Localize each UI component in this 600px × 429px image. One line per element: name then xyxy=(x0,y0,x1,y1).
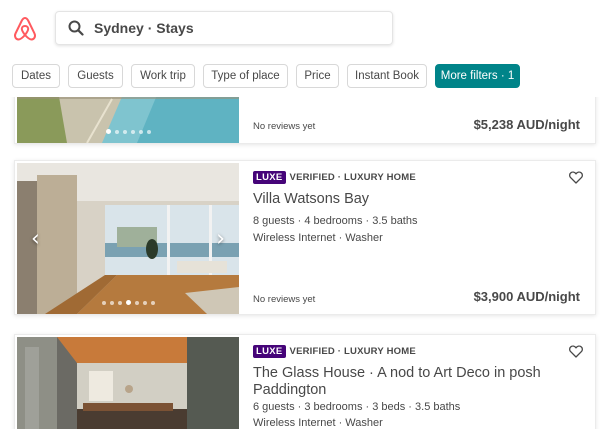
listing-card[interactable]: LUXE VERIFIED · LUXURY HOME The Glass Ho… xyxy=(14,334,596,429)
listing-title[interactable]: The Glass House · A nod to Art Deco in p… xyxy=(253,365,559,399)
filter-type-of-place-button[interactable]: Type of place xyxy=(203,64,288,88)
listing-price: $3,900 AUD/night xyxy=(473,289,580,304)
chevron-right-icon[interactable]: › xyxy=(216,226,225,251)
airbnb-logo-icon[interactable] xyxy=(12,15,38,43)
listing-details: 8 guests · 4 bedrooms · 3.5 baths xyxy=(253,215,418,227)
top-bar: Sydney · Stays xyxy=(0,0,600,57)
search-icon xyxy=(68,20,84,36)
listing-amenities: Wireless Internet · Washer xyxy=(253,232,383,244)
chevron-left-icon[interactable]: ‹ xyxy=(31,226,40,251)
listing-info: LUXE VERIFIED · LUXURY HOME Villa Watson… xyxy=(253,161,583,314)
filter-dates-button[interactable]: Dates xyxy=(12,64,60,88)
filter-bar-overlay: Dates Guests Work trip Type of place Pri… xyxy=(0,57,600,97)
photo-pagination[interactable] xyxy=(17,129,239,134)
photo-pagination[interactable] xyxy=(17,300,239,305)
filter-price-button[interactable]: Price xyxy=(296,64,339,88)
search-bar[interactable]: Sydney · Stays xyxy=(55,11,393,45)
review-status: No reviews yet xyxy=(253,121,316,132)
listing-details: 6 guests · 3 bedrooms · 3 beds · 3.5 bat… xyxy=(253,401,461,413)
filter-work-trip-button[interactable]: Work trip xyxy=(131,64,195,88)
listing-info: LUXE VERIFIED · LUXURY HOME The Glass Ho… xyxy=(253,335,583,429)
listing-tag-row: LUXE VERIFIED · LUXURY HOME xyxy=(253,171,416,184)
listing-amenities: Wireless Internet · Washer xyxy=(253,417,383,429)
luxe-badge: LUXE xyxy=(253,171,286,184)
listing-price: $5,238 AUD/night xyxy=(473,117,580,132)
listing-photo[interactable] xyxy=(17,337,239,429)
review-status: No reviews yet xyxy=(253,294,316,305)
search-query: Sydney · Stays xyxy=(94,20,194,36)
listing-tag-row: LUXE VERIFIED · LUXURY HOME xyxy=(253,345,416,358)
listing-tag: VERIFIED · LUXURY HOME xyxy=(289,172,416,183)
filter-guests-button[interactable]: Guests xyxy=(68,64,123,88)
listing-tag: VERIFIED · LUXURY HOME xyxy=(289,346,416,357)
listing-card[interactable]: ‹ › LUXE VERIFIED · LUXURY HOME Villa Wa… xyxy=(14,160,596,315)
listing-photo[interactable]: ‹ › xyxy=(17,163,239,314)
heart-icon[interactable] xyxy=(569,171,583,184)
listing-title[interactable]: Villa Watsons Bay xyxy=(253,191,559,208)
more-filters-button[interactable]: More filters · 1 xyxy=(435,64,520,88)
heart-icon[interactable] xyxy=(569,345,583,358)
luxe-badge: LUXE xyxy=(253,345,286,358)
filter-instant-book-button[interactable]: Instant Book xyxy=(347,64,427,88)
